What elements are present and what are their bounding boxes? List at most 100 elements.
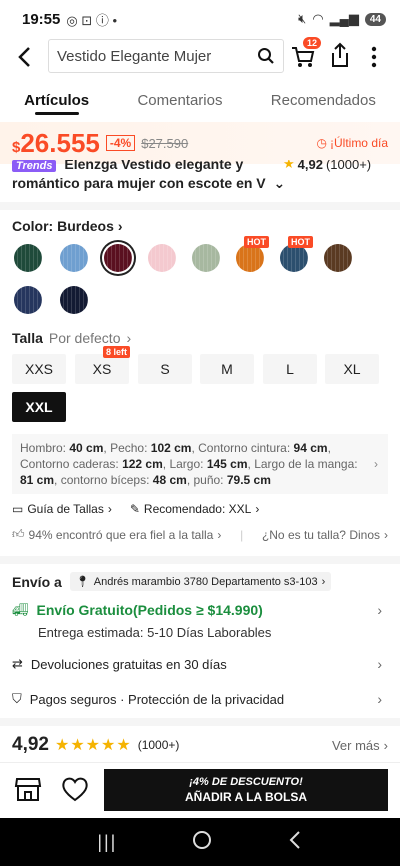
color-swatch[interactable] [236, 244, 264, 272]
recent-apps-icon[interactable]: ||| [97, 832, 117, 853]
returns-label: Devoluciones gratuitas en 30 días [30, 656, 227, 672]
star-rating-icon: ★★★★★ [54, 737, 132, 754]
color-swatch[interactable] [14, 286, 42, 314]
color-swatch[interactable] [192, 244, 220, 272]
chevron-right-icon: › [217, 527, 222, 542]
size-option-xxl[interactable]: XXL [12, 392, 66, 422]
measure-value: 79.5 cm [226, 473, 271, 487]
color-swatch[interactable] [14, 244, 42, 272]
tab-recomendados[interactable]: Recomendados [267, 84, 380, 117]
pencil-icon: ✎ [129, 502, 140, 516]
not-your-size-link[interactable]: ¿No es tu talla? Dinos › [262, 528, 388, 542]
wishlist-heart-icon[interactable] [60, 775, 90, 808]
delivery-estimate: Entrega estimada: 5-10 Días Laborables [38, 625, 272, 640]
see-more-reviews-link[interactable]: Ver más › [332, 738, 388, 753]
chevron-right-icon: › [377, 656, 382, 672]
size-measurements[interactable]: Hombro: 40 cm, Pecho: 102 cm, Contorno c… [12, 434, 388, 494]
wifi-icon: ◠ [312, 11, 324, 26]
expand-title-icon[interactable]: ⌄ [274, 175, 286, 191]
color-label: Color: Burdeos [12, 218, 114, 234]
ship-to-label: Envío a [12, 573, 62, 590]
measure-key: puño: [193, 473, 224, 487]
color-swatch[interactable] [60, 244, 88, 272]
top-rating-score: 4,92 [297, 160, 323, 172]
chevron-right-icon: › [383, 737, 388, 753]
chevron-right-icon: › [377, 691, 382, 707]
size-selector-header[interactable]: Talla Por defecto › [12, 330, 131, 346]
measure-key: Hombro: [20, 441, 67, 455]
measure-key: Pecho: [110, 441, 148, 455]
top-rating[interactable]: ★ 4,92 (1000+) [283, 160, 371, 172]
battery-icon: 44 [364, 12, 386, 26]
size-option-xxs[interactable]: XXS [12, 354, 66, 384]
address-chip[interactable]: 📍︎ Andrés marambio 3780 Departamento s3-… [69, 572, 332, 591]
chevron-right-icon: › [107, 502, 112, 516]
measure-value: 122 cm [122, 457, 163, 471]
color-swatch[interactable] [324, 244, 352, 272]
back-arrow-icon[interactable] [14, 42, 36, 72]
measure-key: Largo de la manga: [254, 457, 358, 471]
tab-articulos[interactable]: Artículos [20, 84, 93, 117]
store-icon[interactable] [14, 775, 42, 808]
fit-feedback: 👍︎ 94% encontró que era fiel a la talla … [12, 527, 388, 542]
size-option-m[interactable]: M [200, 354, 254, 384]
stock-badge: 8 left [103, 346, 131, 358]
product-title[interactable]: Trends Elenzga Vestido elegante y románt… [0, 160, 400, 200]
size-default: Por defecto [48, 330, 121, 346]
color-selector-header[interactable]: Color: Burdeos › [12, 218, 123, 234]
status-time: 19:55 [22, 10, 61, 28]
separator: | [240, 527, 244, 542]
color-swatch[interactable] [280, 244, 308, 272]
size-option-xl[interactable]: XL [325, 354, 379, 384]
section-divider [0, 202, 400, 210]
size-guide-link[interactable]: ▭ Guía de Tallas › [12, 502, 112, 516]
add-to-bag-button[interactable]: ¡4% DE DESCUENTO! AÑADIR A LA BOLSA [104, 769, 388, 811]
share-icon[interactable] [328, 41, 352, 69]
cart-button[interactable]: 12 [290, 36, 323, 70]
measure-value: 145 cm [206, 457, 248, 471]
top-rating-count: (1000+) [325, 160, 372, 172]
returns-row[interactable]: ⇄ Devoluciones gratuitas en 30 días › [12, 656, 388, 672]
size-option-l[interactable]: L [263, 354, 317, 384]
reviews-summary: 4,92 ★★★★★ (1000+) Ver más › [12, 734, 388, 756]
ruler-icon: ▭ [12, 502, 24, 516]
tab-comentarios[interactable]: Comentarios [133, 84, 226, 117]
home-icon[interactable] [192, 830, 212, 855]
secure-payment-row[interactable]: ⛉ Pagos seguros · Protección de la priva… [12, 691, 388, 707]
measure-value: 102 cm [150, 441, 192, 455]
chevron-right-icon: › [384, 527, 388, 542]
chevron-right-icon: › [377, 602, 382, 618]
product-tabs: Artículos Comentarios Recomendados [0, 80, 400, 120]
cta-promo: ¡4% DE DESCUENTO! [189, 776, 303, 788]
cart-count-badge: 12 [302, 36, 323, 50]
search-icon[interactable] [257, 47, 275, 65]
free-shipping-row[interactable]: 🚚︎ Envío Gratuito(Pedidos ≥ $14.990) › [12, 602, 388, 618]
see-more-label: Ver más [331, 737, 380, 753]
measure-value: 81 cm [20, 473, 55, 487]
fit-stat[interactable]: 👍︎ 94% encontró que era fiel a la talla … [12, 527, 221, 542]
shipping-address-row[interactable]: Envío a 📍︎ Andrés marambio 3780 Departam… [12, 572, 388, 591]
title-line-2: romántico para mujer con escote en V [12, 175, 266, 191]
size-option-s[interactable]: S [138, 354, 192, 384]
recommended-size-link[interactable]: ✎ Recomendado: XXL › [130, 502, 259, 516]
address-text: Andrés marambio 3780 Departamento s3-103 [93, 575, 318, 588]
measure-value: 94 cm [293, 441, 328, 455]
hot-badge: HOT [244, 236, 269, 248]
free-shipping-label: Envío Gratuito(Pedidos ≥ $14.990) [36, 602, 263, 618]
color-swatch[interactable] [148, 244, 176, 272]
returns-icon: ⇄ [12, 656, 23, 671]
back-nav-icon[interactable] [287, 830, 303, 855]
shield-icon: ⛉ [12, 691, 22, 706]
last-day-label: ¡Último día [329, 136, 388, 150]
price-amount: 26.555 [20, 127, 100, 158]
color-swatch[interactable] [60, 286, 88, 314]
trends-badge: Trends [12, 160, 57, 172]
size-option-xs[interactable]: XS [75, 354, 129, 384]
price-currency: $ [12, 138, 21, 156]
truck-icon: 🚚︎ [12, 602, 29, 617]
measure-value: 48 cm [152, 473, 187, 487]
secure-payment-label: Pagos seguros · Protección de la privaci… [29, 691, 285, 707]
more-options-icon[interactable] [364, 44, 384, 70]
color-swatch[interactable] [104, 244, 132, 272]
search-input[interactable]: Vestido Elegante Mujer [48, 39, 284, 73]
